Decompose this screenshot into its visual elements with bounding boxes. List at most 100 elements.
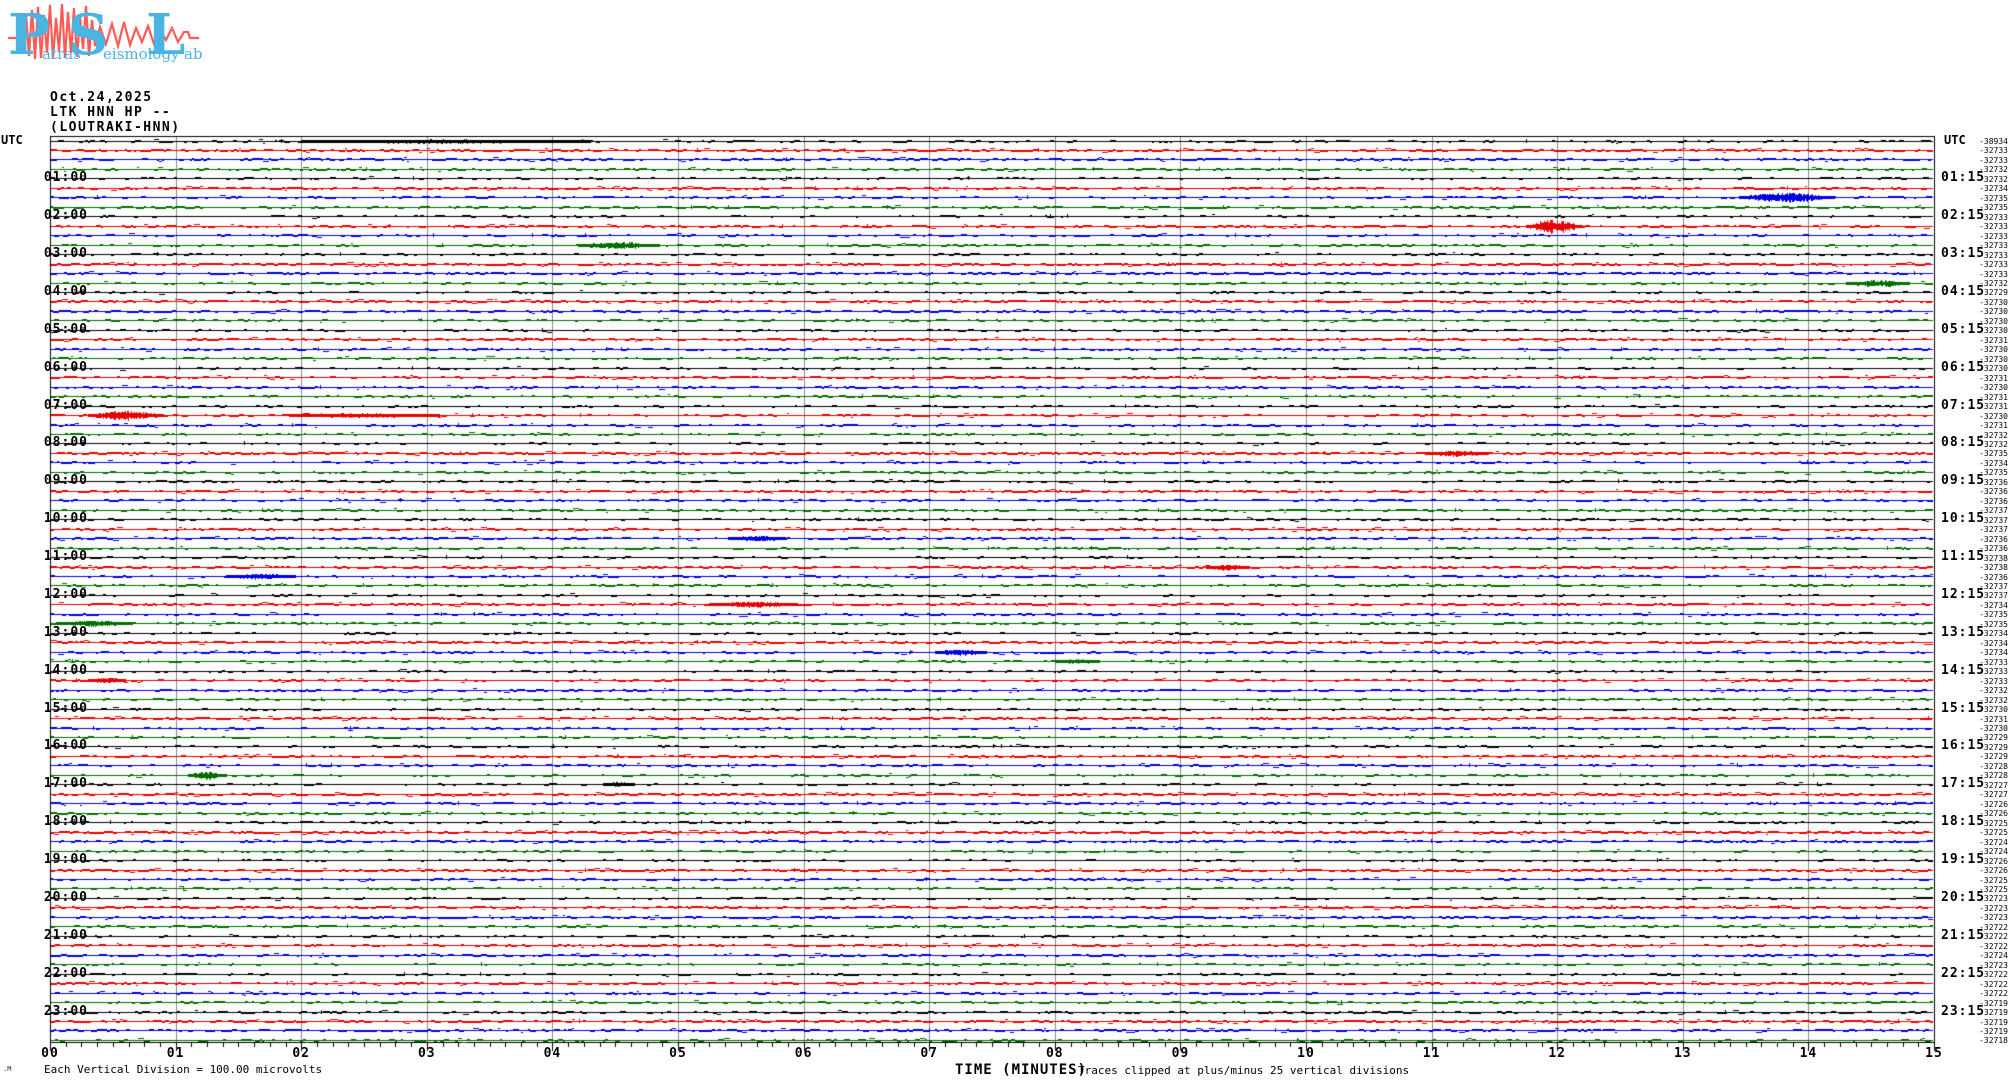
trace-offset-value: -32736 [1978, 573, 2008, 582]
left-hour-label: 17:00 [36, 777, 88, 791]
trace-offset-value: -32738 [1978, 554, 2008, 563]
trace-offset-value: -32726 [1978, 857, 2008, 866]
trace-offset-value: -32732 [1978, 696, 2008, 705]
trace-offset-value: -32733 [1978, 677, 2008, 686]
trace-offset-value: -32730 [1978, 307, 2008, 316]
trace-offset-value: -32734 [1978, 639, 2008, 648]
minute-tick-label: 00 [30, 1047, 70, 1061]
left-hour-label: 08:00 [36, 436, 88, 450]
trace-offset-value: -32737 [1978, 525, 2008, 534]
trace-offset-value: -32734 [1978, 629, 2008, 638]
minute-tick-label: 09 [1160, 1047, 1200, 1061]
trace-offset-value: -32736 [1978, 478, 2008, 487]
minute-tick-label: 08 [1035, 1047, 1075, 1061]
trace-offset-value: -32737 [1978, 582, 2008, 591]
left-hour-label: 10:00 [36, 512, 88, 526]
trace-offset-value: -32726 [1978, 800, 2008, 809]
trace-offset-value: -32722 [1978, 980, 2008, 989]
trace-offset-value: -32729 [1978, 752, 2008, 761]
trace-offset-value: -32727 [1978, 781, 2008, 790]
trace-offset-value: -32733 [1978, 222, 2008, 231]
left-hour-label: 19:00 [36, 853, 88, 867]
trace-offset-value: -32718 [1978, 1036, 2008, 1045]
trace-offset-value: -32737 [1978, 516, 2008, 525]
trace-offset-value: -32724 [1978, 951, 2008, 960]
x-axis-title: TIME (MINUTES) [955, 1063, 1087, 1077]
trace-offset-value: -32726 [1978, 866, 2008, 875]
trace-offset-value: -32731 [1978, 393, 2008, 402]
scale-note: Each Vertical Division = 100.00 microvol… [44, 1064, 322, 1076]
trace-offset-value: -32719 [1978, 999, 2008, 1008]
minute-tick-label: 06 [784, 1047, 824, 1061]
trace-offset-value: -32734 [1978, 184, 2008, 193]
trace-offset-value: -32722 [1978, 932, 2008, 941]
utc-label-right: UTC [1944, 134, 1966, 146]
left-hour-label: 20:00 [36, 891, 88, 905]
trace-offset-value: -32729 [1978, 743, 2008, 752]
trace-offset-value: -32725 [1978, 876, 2008, 885]
left-hour-label: 09:00 [36, 474, 88, 488]
helicorder-page: P atras S eismology L ab Oct.24,2025 LTK… [0, 0, 2010, 1080]
trace-offset-value: -32732 [1978, 279, 2008, 288]
trace-offset-value: -32733 [1978, 156, 2008, 165]
trace-offset-value: -32722 [1978, 923, 2008, 932]
trace-offset-value: -32722 [1978, 970, 2008, 979]
trace-offset-value: -32732 [1978, 440, 2008, 449]
trace-offset-value: -32731 [1978, 402, 2008, 411]
trace-offset-value: -32726 [1978, 809, 2008, 818]
trace-offset-value: -32733 [1978, 260, 2008, 269]
minute-tick-label: 11 [1412, 1047, 1452, 1061]
trace-offset-value: -32731 [1978, 374, 2008, 383]
corner-mark: .M [3, 1066, 11, 1073]
trace-offset-value: -32723 [1978, 913, 2008, 922]
trace-offset-value: -32723 [1978, 894, 2008, 903]
trace-offset-value: -32730 [1978, 345, 2008, 354]
trace-offset-value: -32733 [1978, 232, 2008, 241]
trace-offset-value: -32731 [1978, 421, 2008, 430]
trace-offset-value: -32730 [1978, 412, 2008, 421]
minute-tick-label: 10 [1286, 1047, 1326, 1061]
trace-offset-value: -32727 [1978, 790, 2008, 799]
left-hour-label: 06:00 [36, 361, 88, 375]
trace-offset-value: -32735 [1978, 449, 2008, 458]
trace-offset-value: -32731 [1978, 715, 2008, 724]
trace-offset-value: -32730 [1978, 298, 2008, 307]
trace-offset-value: -32730 [1978, 355, 2008, 364]
trace-offset-value: -32725 [1978, 819, 2008, 828]
left-hour-label: 21:00 [36, 929, 88, 943]
trace-offset-value: -32733 [1978, 270, 2008, 279]
trace-offset-value: -32732 [1978, 686, 2008, 695]
left-hour-label: 13:00 [36, 626, 88, 640]
trace-offset-value: -32724 [1978, 847, 2008, 856]
trace-offset-value: -32735 [1978, 194, 2008, 203]
trace-offset-value: -32733 [1978, 658, 2008, 667]
trace-offset-value: -32734 [1978, 648, 2008, 657]
trace-offset-value: -32737 [1978, 506, 2008, 515]
trace-offset-value: -32724 [1978, 838, 2008, 847]
trace-offset-value: -32734 [1978, 601, 2008, 610]
trace-offset-value: -32736 [1978, 487, 2008, 496]
helicorder-plot [0, 0, 2010, 1080]
minute-tick-label: 14 [1788, 1047, 1828, 1061]
left-hour-label: 04:00 [36, 285, 88, 299]
left-hour-label: 15:00 [36, 702, 88, 716]
left-hour-label: 07:00 [36, 399, 88, 413]
left-hour-label: 12:00 [36, 588, 88, 602]
left-hour-label: 02:00 [36, 209, 88, 223]
left-hour-label: 14:00 [36, 664, 88, 678]
trace-offset-value: -32730 [1978, 364, 2008, 373]
trace-offset-value: -32735 [1978, 610, 2008, 619]
trace-offset-value: -32733 [1978, 241, 2008, 250]
trace-offset-value: -38934 [1978, 137, 2008, 146]
trace-offset-value: -32732 [1978, 175, 2008, 184]
trace-offset-value: -32722 [1978, 942, 2008, 951]
trace-offset-value: -32729 [1978, 733, 2008, 742]
trace-offset-value: -32738 [1978, 563, 2008, 572]
trace-offset-value: -32736 [1978, 535, 2008, 544]
trace-offset-value: -32734 [1978, 459, 2008, 468]
utc-label-left: UTC [1, 134, 23, 146]
trace-offset-value: -32732 [1978, 165, 2008, 174]
left-hour-label: 18:00 [36, 815, 88, 829]
left-hour-label: 16:00 [36, 739, 88, 753]
trace-offset-value: -32730 [1978, 317, 2008, 326]
